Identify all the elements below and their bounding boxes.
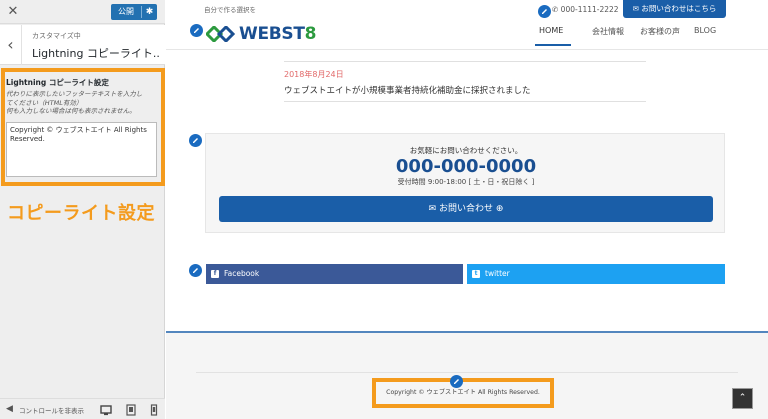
twitter-share-button[interactable]: t twitter — [467, 264, 725, 284]
nav-item-blog[interactable]: BLOG — [694, 26, 716, 35]
footer-copyright: Copyright © ウェブストエイト All Rights Reserved… — [386, 389, 540, 396]
news-divider — [284, 61, 646, 62]
publish-button[interactable]: 公開 ✱ — [111, 4, 157, 20]
edit-shortcut-icon[interactable] — [189, 264, 202, 277]
logo-text-8: 8 — [304, 24, 317, 44]
hide-controls-icon[interactable]: ◀ — [6, 404, 16, 414]
setting-description: 代わりに表示したいフッターテキストを入力し てください（HTML有効） 何も入力… — [6, 90, 158, 116]
contact-button[interactable]: ✉ お問い合わせ ⊕ — [219, 196, 713, 222]
chevron-left-icon[interactable]: ‹ — [0, 25, 22, 65]
twitter-icon: t — [472, 270, 480, 278]
page-top-button[interactable]: ⌃ — [732, 388, 753, 409]
customizer-panel: ✕ 公開 ✱ ‹ カスタマイズ中 Lightning コピーライト... Lig… — [0, 0, 165, 419]
gear-icon[interactable]: ✱ — [142, 4, 157, 20]
header-phone: ✆ 000-1111-2222 — [552, 5, 619, 14]
setting-title: Lightning コピーライト設定 — [6, 78, 109, 87]
close-icon[interactable]: ✕ — [6, 4, 20, 19]
customizer-footer: ◀ コントロールを非表示 — [0, 398, 165, 419]
contact-section: お気軽にお問い合わせください。 000-000-0000 受付時間 9:00-1… — [205, 133, 725, 233]
contact-header-button[interactable]: ✉ お問い合わせはこちら — [623, 0, 726, 18]
contact-lead: お気軽にお問い合わせください。 — [409, 146, 523, 155]
breadcrumb: カスタマイズ中 — [32, 32, 81, 40]
tablet-icon[interactable] — [124, 402, 138, 416]
nav-item-home[interactable]: HOME — [539, 26, 563, 35]
copyright-highlight-frame: Copyright © ウェブストエイト All Rights Reserved… — [372, 378, 554, 408]
setting-description-line: 代わりに表示したいフッターテキストを入力し — [6, 90, 143, 98]
site-tagline: 自分で作る選択を — [204, 6, 256, 14]
footer-divider — [196, 372, 738, 373]
header-divider — [166, 49, 768, 50]
twitter-share-label[interactable]: twitter — [485, 264, 510, 284]
nav-item-testimonials[interactable]: お客様の声 — [640, 26, 680, 37]
section-title: Lightning コピーライト... — [32, 47, 160, 60]
contact-header-text[interactable]: お問い合わせはこちら — [641, 4, 716, 13]
facebook-icon: f — [211, 270, 219, 278]
customizer-topbar: ✕ 公開 ✱ — [0, 0, 165, 24]
copyright-textarea[interactable]: Copyright © ウェブストエイト All Rights Reserved… — [6, 122, 157, 177]
contact-phone: 000-000-0000 — [395, 156, 537, 177]
mobile-icon[interactable] — [147, 402, 161, 416]
chevron-up-icon[interactable]: ⌃ — [733, 389, 752, 408]
news-divider — [284, 101, 646, 102]
contact-button-label[interactable]: ✉ お問い合わせ ⊕ — [219, 196, 713, 222]
setting-description-line: 何も入力しない場合は何も表示されません。 — [6, 107, 136, 115]
callout-label: コピーライト設定 — [7, 203, 155, 224]
edit-shortcut-icon[interactable] — [450, 375, 463, 388]
news-title-link[interactable]: ウェブストエイトが小規模事業者持続化補助金に採択されました — [284, 84, 531, 96]
desktop-icon[interactable] — [99, 402, 113, 416]
logo-mark-icon[interactable] — [204, 24, 238, 46]
nav-item-company[interactable]: 会社情報 — [592, 26, 624, 37]
edit-shortcut-icon[interactable] — [189, 134, 202, 147]
nav-active-indicator — [535, 44, 571, 46]
site-preview: 自分で作る選択を ✆ 000-1111-2222 ✉ お問い合わせはこちら WE… — [166, 0, 768, 419]
hide-controls-label[interactable]: コントロールを非表示 — [19, 405, 84, 415]
contact-hours: 受付時間 9:00-18:00 [ 土・日・祝日除く ] — [397, 178, 535, 186]
edit-shortcut-icon[interactable] — [190, 24, 203, 37]
contact-header-label[interactable]: ✉ お問い合わせはこちら — [623, 0, 726, 18]
publish-label[interactable]: 公開 — [111, 4, 141, 20]
setting-description-line: てください（HTML有効） — [6, 98, 83, 107]
customizer-section-header: ‹ カスタマイズ中 Lightning コピーライト... — [0, 25, 165, 65]
header-phone-number: 000-1111-2222 — [560, 5, 619, 14]
edit-shortcut-icon[interactable] — [538, 5, 551, 18]
facebook-share-label[interactable]: Facebook — [224, 264, 259, 284]
facebook-share-button[interactable]: f Facebook — [206, 264, 463, 284]
contact-button-text[interactable]: お問い合わせ ⊕ — [439, 204, 503, 214]
news-date: 2018年8月24日 — [284, 70, 344, 79]
site-logo[interactable]: WEBST8 — [239, 24, 316, 44]
